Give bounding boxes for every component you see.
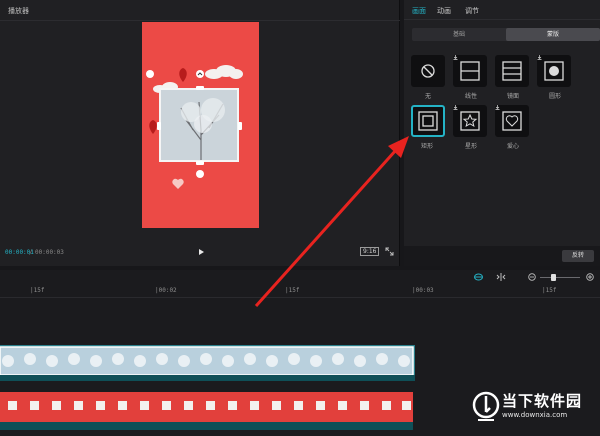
red-arrow-annotation	[254, 136, 409, 308]
watermark-url: www.downxia.com	[502, 411, 568, 419]
watermark-title: 当下软件园	[502, 392, 583, 410]
editor-window: 播放器 00:00:01 / 00:00:03 9:16 画面 动画 调节 基础…	[0, 0, 600, 436]
downxia-logo-icon	[472, 391, 500, 421]
watermark: 当下软件园 www.downxia.com	[470, 386, 596, 432]
